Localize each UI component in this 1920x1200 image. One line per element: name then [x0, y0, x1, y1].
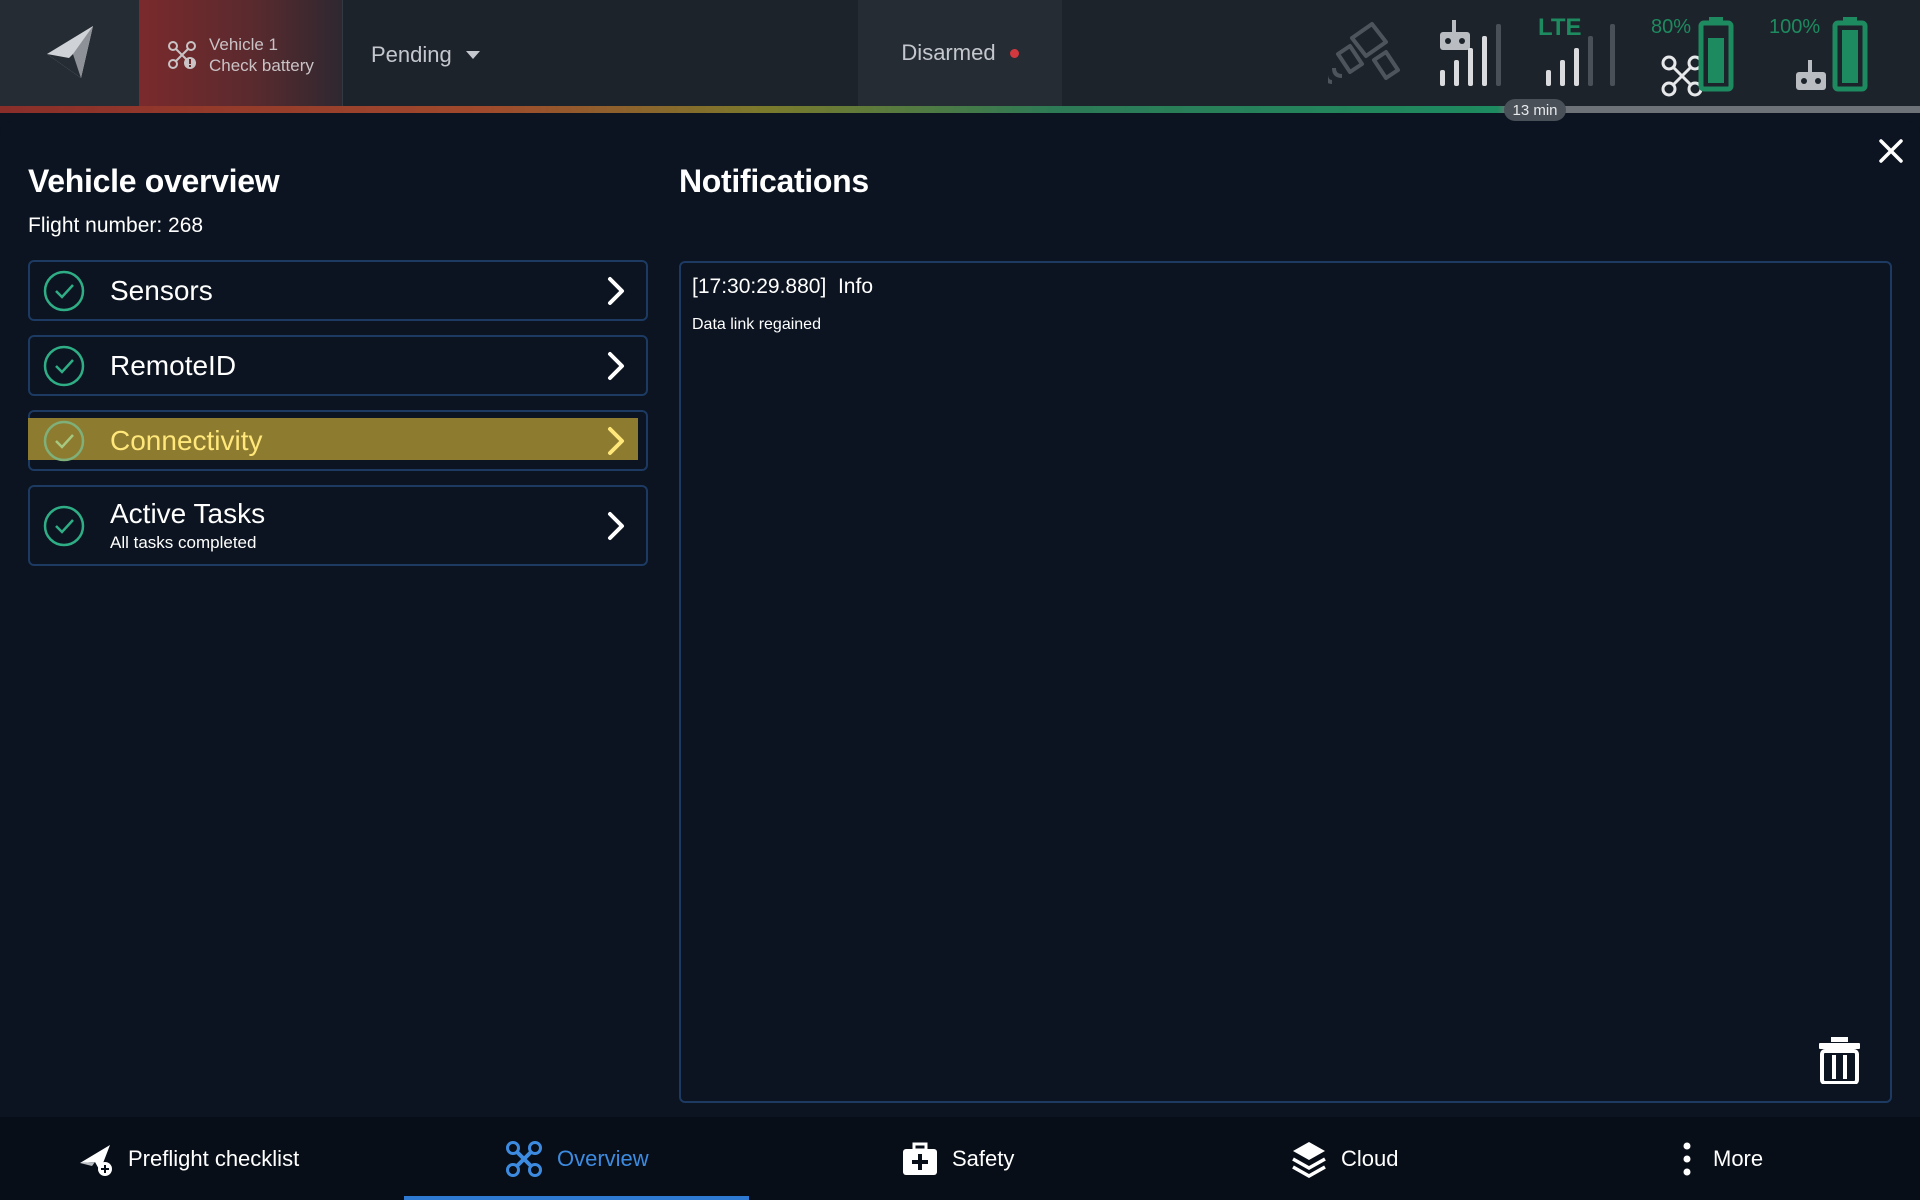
notifications-list[interactable] — [679, 261, 1892, 1103]
vehicle-name: Vehicle 1 — [209, 35, 278, 54]
notification-message: Data link regained — [692, 316, 821, 333]
overview-item-label: Active Tasks — [110, 498, 266, 529]
nav-more[interactable]: More — [1681, 1117, 1763, 1200]
check-circle-icon — [43, 505, 85, 547]
vehicle-overview-title: Vehicle overview — [28, 163, 280, 199]
remote-controller-signal-icon — [1440, 20, 1501, 86]
chevron-right-icon — [608, 427, 624, 455]
flight-number: Flight number: 268 — [28, 214, 204, 237]
check-circle-icon — [43, 270, 85, 312]
vehicle-battery-icon — [1698, 17, 1734, 92]
time-remaining-badge: 13 min — [1504, 99, 1566, 121]
navigation-arrow-icon — [46, 26, 93, 78]
notification-timestamp: [17:30:29.880] — [692, 275, 827, 298]
notification-header: [17:30:29.880] Info — [692, 275, 873, 299]
satellite-icon — [1328, 22, 1400, 84]
overview-item-label: RemoteID — [110, 350, 237, 381]
nav-cloud[interactable]: Cloud — [1291, 1117, 1398, 1200]
plane-takeoff-icon — [80, 1144, 112, 1176]
divider — [342, 0, 343, 106]
arm-status-dot — [1009, 48, 1019, 58]
app-logo-button[interactable] — [0, 0, 139, 106]
drone-icon — [506, 1140, 542, 1177]
active-tab-indicator — [404, 1196, 749, 1200]
chevron-right-icon — [608, 277, 624, 305]
overview-item-label: Sensors — [110, 275, 213, 306]
chevron-right-icon — [608, 512, 624, 540]
notifications-title: Notifications — [679, 163, 869, 199]
nav-label: More — [1713, 1145, 1764, 1171]
notification-level: Info — [837, 275, 873, 298]
flight-time-progress-bar — [0, 106, 1920, 113]
chevron-down-icon — [465, 51, 480, 59]
trash-icon[interactable] — [1817, 1036, 1862, 1084]
drone-warning-icon — [168, 41, 196, 69]
layers-icon — [1292, 1141, 1326, 1178]
arm-state-button[interactable]: Disarmed — [858, 0, 1062, 106]
check-circle-icon — [43, 420, 85, 462]
overview-item-sublabel: All tasks completed — [110, 533, 257, 552]
overview-item-sensors[interactable]: Sensors — [28, 260, 648, 321]
controller-icon — [1796, 60, 1826, 90]
nav-label: Preflight checklist — [128, 1145, 300, 1171]
lte-signal-icon — [1546, 24, 1615, 86]
more-vertical-icon — [1683, 1142, 1691, 1175]
nav-overview[interactable]: Overview — [505, 1117, 649, 1200]
top-bar: Vehicle 1 Check battery Pending Disarmed — [0, 0, 1920, 106]
first-aid-kit-icon — [903, 1142, 937, 1175]
nav-label: Overview — [557, 1145, 649, 1171]
vehicle-warning: Check battery — [209, 56, 314, 75]
vehicle-battery-percent: 80% — [1651, 16, 1692, 38]
nav-preflight-checklist[interactable]: Preflight checklist — [78, 1117, 299, 1200]
nav-safety[interactable]: Safety — [902, 1117, 1014, 1200]
flight-state-dropdown[interactable]: Pending — [371, 42, 480, 68]
nav-label: Safety — [952, 1145, 1015, 1171]
overview-item-connectivity[interactable]: Connectivity — [28, 410, 648, 471]
controller-battery-icon — [1832, 17, 1868, 92]
check-circle-icon — [43, 345, 85, 387]
chevron-right-icon — [608, 352, 624, 380]
vehicle-selector[interactable]: Vehicle 1 Check battery — [139, 0, 342, 106]
nav-label: Cloud — [1341, 1145, 1399, 1171]
overview-item-label: Connectivity — [110, 425, 263, 456]
flight-state-label: Pending — [371, 42, 452, 67]
arm-state-label: Disarmed — [901, 40, 996, 65]
overview-item-remoteid[interactable]: RemoteID — [28, 335, 648, 396]
bottom-navigation: Preflight checklist Overview Safety Clou… — [0, 1117, 1920, 1200]
overview-item-active-tasks[interactable]: Active Tasks All tasks completed — [28, 485, 648, 566]
close-icon[interactable] — [1876, 136, 1906, 166]
controller-battery-percent: 100% — [1769, 16, 1821, 38]
